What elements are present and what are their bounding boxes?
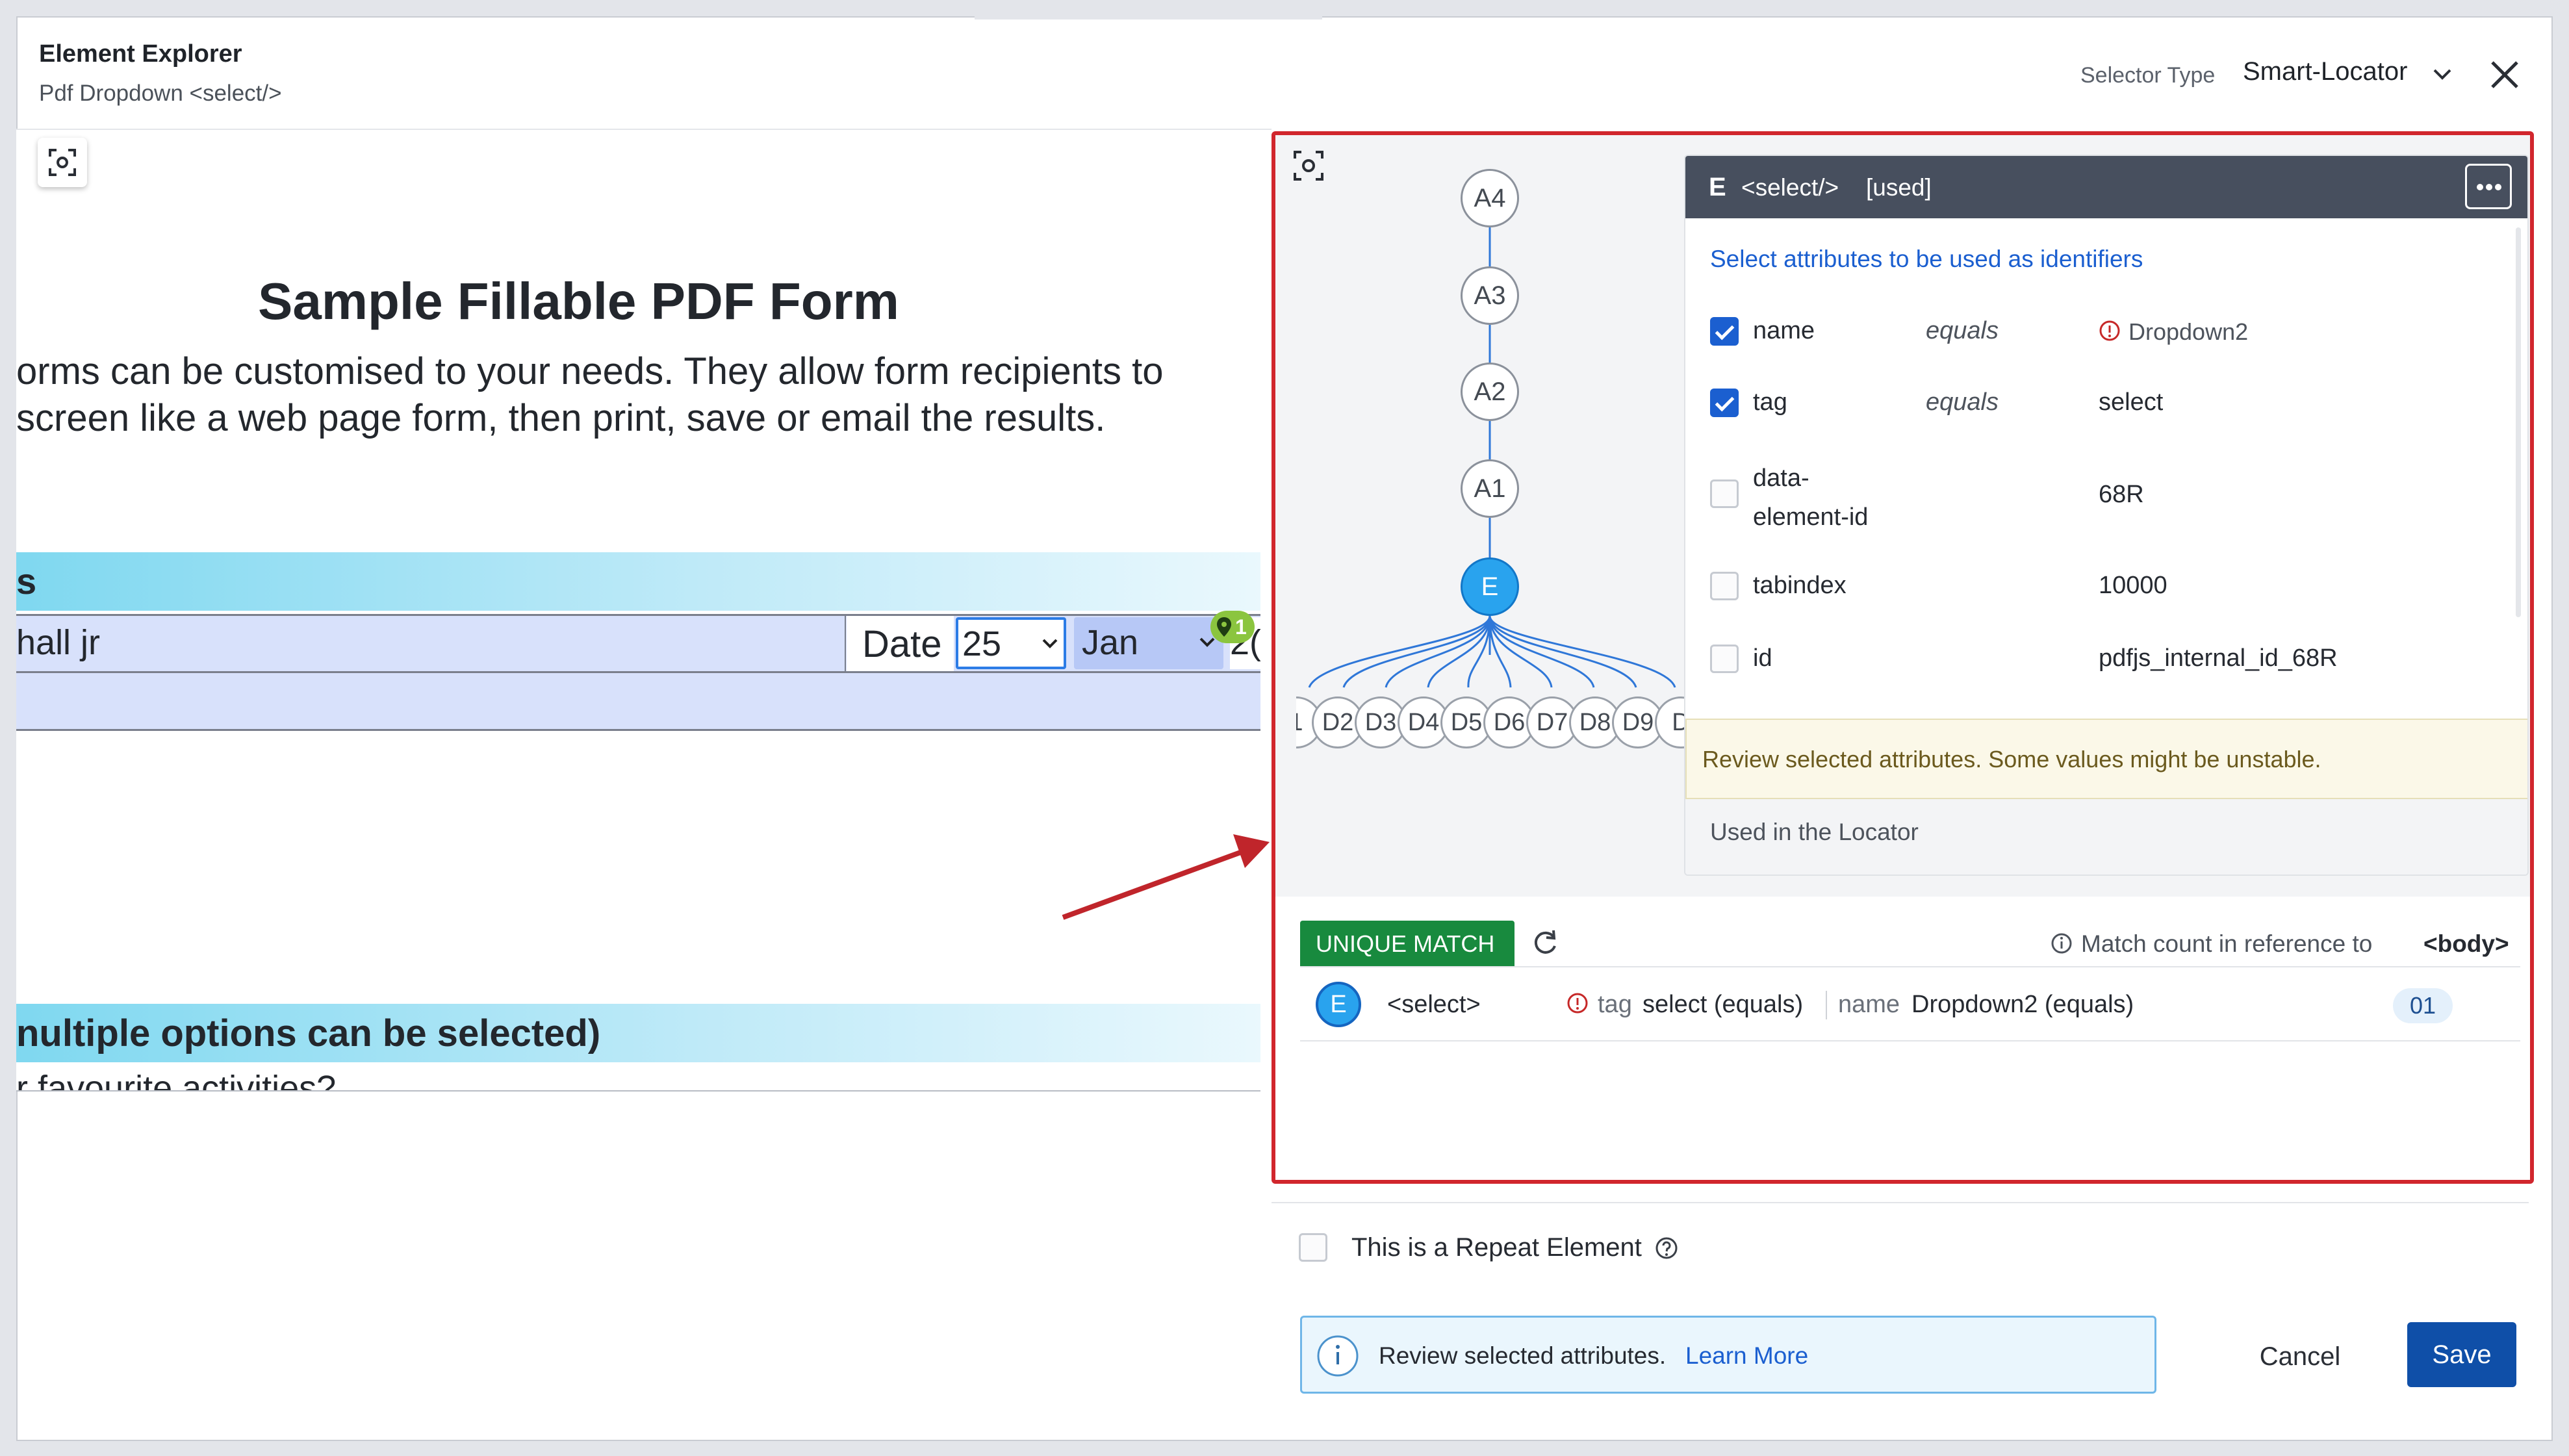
pdf-month-select[interactable]: Jan — [1074, 617, 1223, 669]
info-banner: Review selected attributes. Learn More — [1300, 1316, 2156, 1394]
learn-more-link[interactable]: Learn More — [1685, 1342, 1808, 1370]
pdf-section-band-1: s — [16, 552, 1260, 611]
pdf-intro-line-1: orms can be customised to your needs. Th… — [16, 350, 1164, 392]
pdf-date-label-box: Date — [847, 616, 954, 671]
dialog-title: Element Explorer — [39, 40, 242, 68]
pdf-name-field[interactable]: hall jr — [16, 622, 100, 663]
screenshot-focus-button[interactable] — [38, 138, 87, 187]
dialog-top-accent — [975, 13, 1322, 19]
focus-icon — [49, 149, 76, 176]
cancel-button[interactable]: Cancel — [2235, 1331, 2365, 1383]
pdf-date-label: Date — [862, 623, 942, 665]
info-circle-icon — [1317, 1335, 1359, 1377]
pin-badge-count: 1 — [1235, 615, 1247, 639]
repeat-element-label: This is a Repeat Element — [1351, 1233, 1642, 1262]
annotation-arrow — [1062, 834, 1270, 920]
selected-panel-outline — [1272, 131, 2534, 1184]
repeat-element-checkbox[interactable] — [1299, 1233, 1327, 1262]
pdf-page-edge — [16, 1090, 1260, 1092]
repeat-divider — [1272, 1202, 2529, 1203]
pdf-preview: Sample Fillable PDF Form orms can be cus… — [16, 130, 1260, 1092]
pdf-day-select[interactable]: 25 — [956, 617, 1066, 669]
chevron-down-icon — [1199, 637, 1215, 647]
close-icon[interactable] — [2487, 57, 2522, 92]
pdf-cut-line: r favourite activities? — [16, 1072, 337, 1092]
pdf-form-row-line — [16, 671, 1260, 673]
save-button[interactable]: Save — [2407, 1322, 2516, 1387]
pdf-section-band-2: nultiple options can be selected) — [16, 1004, 1260, 1062]
pdf-heading: Sample Fillable PDF Form — [258, 272, 899, 330]
locator-pin-badge[interactable]: 1 — [1210, 611, 1255, 643]
chevron-down-icon — [2433, 69, 2451, 80]
map-pin-icon — [1217, 617, 1231, 637]
chevron-down-icon — [1042, 639, 1058, 648]
selector-type-value: Smart-Locator — [2243, 57, 2408, 86]
selector-type-label: Selector Type — [2080, 63, 2216, 88]
help-circle-icon[interactable] — [1654, 1236, 1679, 1260]
info-banner-text: Review selected attributes. — [1379, 1342, 1667, 1369]
pdf-intro-line-2: screen like a web page form, then print,… — [16, 397, 1106, 439]
dialog-subtitle: Pdf Dropdown <select/> — [39, 81, 282, 106]
selector-type-dropdown[interactable]: Smart-Locator — [2243, 57, 2464, 94]
pdf-field-separator — [845, 616, 846, 671]
